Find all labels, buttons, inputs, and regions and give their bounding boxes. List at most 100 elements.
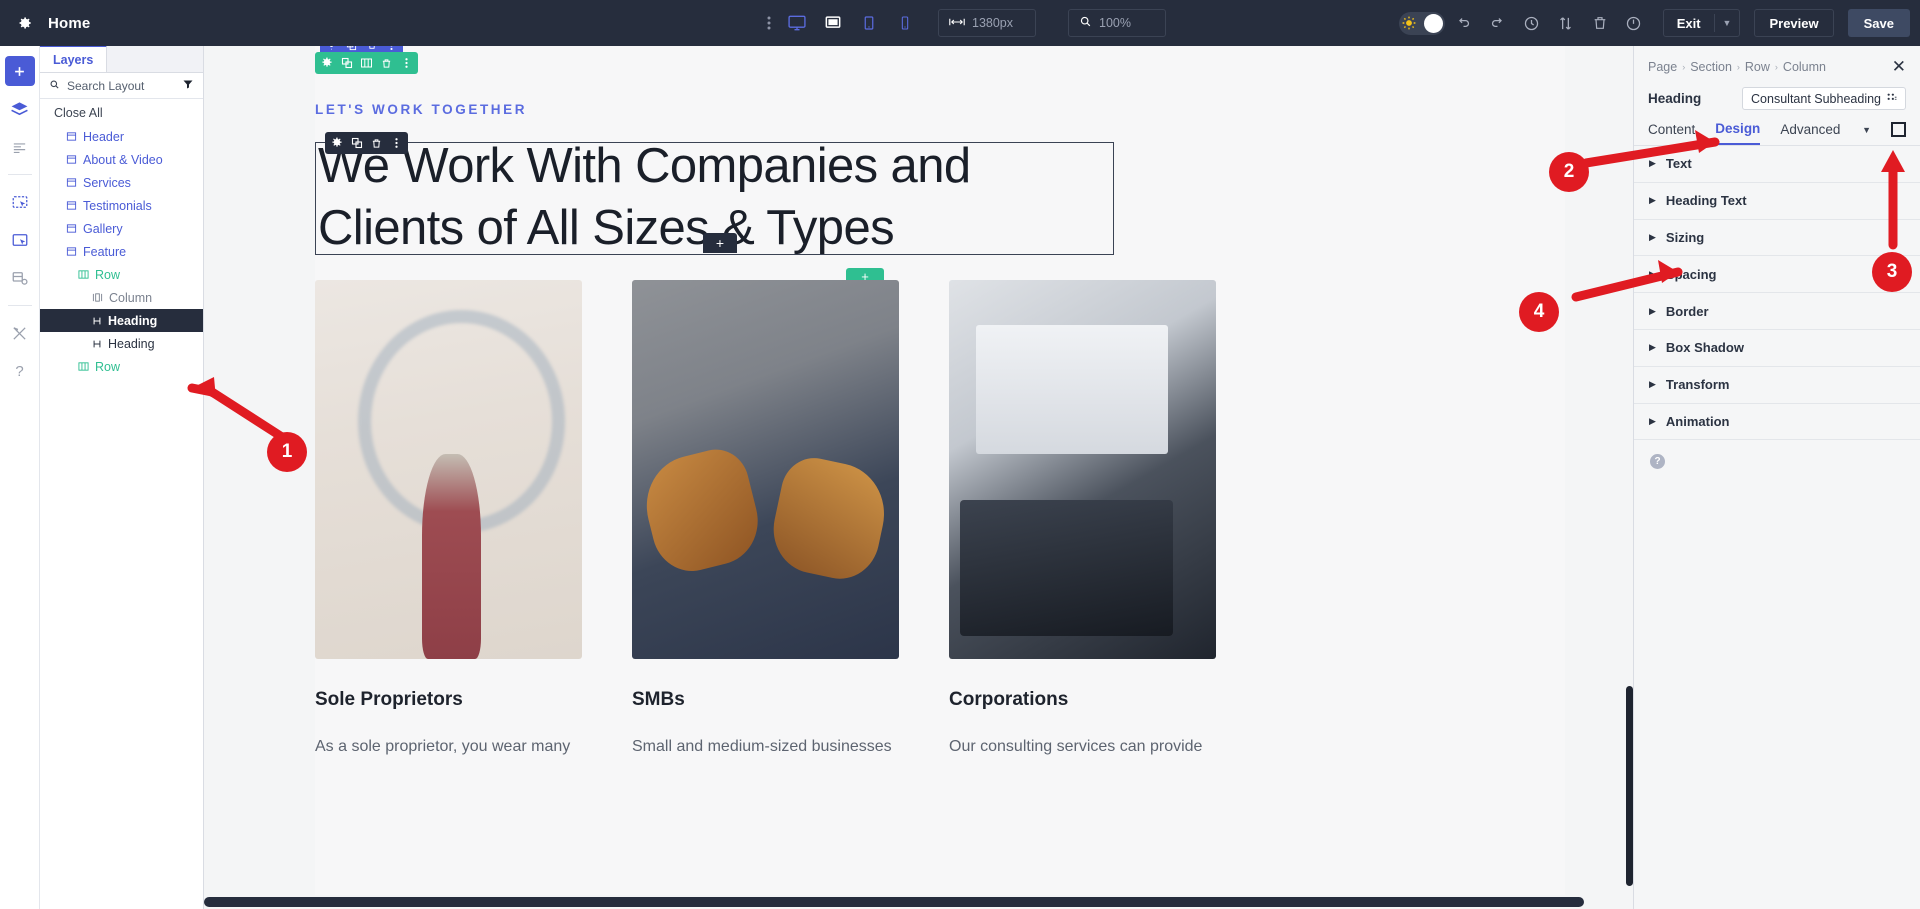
canvas-horizontal-scrollbar[interactable] [204,895,1633,909]
design-section-label: Heading Text [1666,193,1747,208]
layer-item-column[interactable]: Column [40,286,203,309]
tab-content[interactable]: Content [1648,122,1695,144]
settings-block-icon[interactable] [5,263,35,293]
help-icon[interactable]: ? [5,356,35,386]
laptop-icon[interactable] [816,8,850,38]
mobile-icon[interactable] [888,8,922,38]
section-icon [66,154,77,165]
layer-item-services[interactable]: Services [40,171,203,194]
breadcrumb-sep: › [1682,62,1685,72]
filter-icon[interactable] [182,78,194,93]
add-icon[interactable] [5,56,35,86]
column-icon [92,292,103,303]
tab-layers[interactable]: Layers [40,45,107,72]
baker-holding-bread-photo [632,280,899,659]
layer-item-label: About & Video [83,153,163,167]
save-button[interactable]: Save [1848,9,1910,37]
chevron-right-icon: ▶ [1649,158,1656,169]
design-section-label: Animation [1666,414,1730,429]
tab-advanced[interactable]: Advanced [1780,122,1840,144]
add-module-button[interactable]: + [703,233,737,253]
design-section-spacing[interactable]: ▶Spacing [1634,256,1920,293]
layer-item-about-video[interactable]: About & Video [40,148,203,171]
square-icon[interactable] [1891,122,1906,137]
clock-icon[interactable] [1517,8,1547,38]
design-section-animation[interactable]: ▶Animation [1634,404,1920,441]
canvas-viewport[interactable]: LET'S WORK TOGETHER We Work With Compani… [204,46,1633,909]
scrollbar-thumb[interactable] [204,897,1584,907]
text-lines-icon[interactable] [5,132,35,162]
row-toolbar[interactable] [315,52,418,74]
tablet-icon[interactable] [852,8,886,38]
card-title: Corporations [949,689,1216,711]
help-icon[interactable]: ? [1650,454,1665,469]
exit-button-group[interactable]: Exit ▼ [1663,9,1741,37]
chevron-right-icon: ▶ [1649,269,1656,280]
trash-icon[interactable] [368,134,385,152]
top-toolbar: Home 1380px 100% [0,0,1920,46]
app-logo-gear-icon[interactable] [0,14,48,32]
layer-item-heading-selected[interactable]: Heading [40,309,203,332]
heading-toolbar[interactable] [325,132,408,154]
toggle-knob [1424,14,1443,33]
vertical-dots-icon[interactable] [388,134,405,152]
gear-icon[interactable] [318,54,335,72]
vertical-dots-icon[interactable] [398,54,415,72]
layer-item-gallery[interactable]: Gallery [40,217,203,240]
theme-toggle[interactable] [1399,12,1445,35]
desktop-icon[interactable] [780,8,814,38]
breadcrumb-page[interactable]: Page [1648,60,1677,74]
redo-icon[interactable] [1483,8,1513,38]
layer-item-heading[interactable]: Heading [40,332,203,355]
zoom-field[interactable]: 100% [1068,9,1166,37]
select-element-icon[interactable] [5,187,35,217]
layer-item-testimonials[interactable]: Testimonials [40,194,203,217]
close-icon[interactable]: ✕ [1892,58,1906,75]
close-all-button[interactable]: Close All [40,99,203,125]
power-icon[interactable] [1619,8,1649,38]
vertical-dots-icon[interactable] [760,15,778,31]
trash-icon[interactable] [1585,8,1615,38]
layer-item-row[interactable]: Row [40,355,203,378]
design-section-heading-text[interactable]: ▶Heading Text [1634,183,1920,220]
chevron-down-icon[interactable]: ▼ [1862,125,1871,142]
layers-search-row[interactable]: Search Layout [40,73,203,99]
duplicate-icon[interactable] [338,54,355,72]
layer-item-row[interactable]: Row [40,263,203,286]
design-section-box-shadow[interactable]: ▶Box Shadow [1634,330,1920,367]
design-section-text[interactable]: ▶Text [1634,146,1920,183]
layers-icon[interactable] [5,94,35,124]
section-eyebrow: LET'S WORK TOGETHER [315,102,527,117]
breadcrumb-column[interactable]: Column [1783,60,1826,74]
layer-item-feature[interactable]: Feature [40,240,203,263]
preset-selector[interactable]: Consultant Subheading [1742,87,1906,110]
card-title: SMBs [632,689,899,711]
gear-icon[interactable] [328,134,345,152]
columns-icon[interactable] [358,54,375,72]
tools-icon[interactable] [5,318,35,348]
card-title: Sole Proprietors [315,689,582,711]
tab-design[interactable]: Design [1715,121,1760,145]
trash-icon[interactable] [378,54,395,72]
design-section-sizing[interactable]: ▶Sizing [1634,220,1920,257]
canvas-vertical-scrollbar[interactable] [1626,686,1633,886]
layers-panel: Layers Search Layout Close All Header Abo… [40,46,204,909]
layer-item-header[interactable]: Header [40,125,203,148]
zoom-value: 100% [1099,16,1131,30]
duplicate-icon[interactable] [348,134,365,152]
breadcrumb-row[interactable]: Row [1745,60,1770,74]
breadcrumb-section[interactable]: Section [1690,60,1732,74]
search-input[interactable]: Search Layout [67,79,175,93]
preview-button[interactable]: Preview [1754,9,1833,37]
undo-icon[interactable] [1449,8,1479,38]
canvas-width-field[interactable]: 1380px [938,9,1036,37]
design-section-border[interactable]: ▶Border [1634,293,1920,330]
sort-arrows-icon[interactable] [1551,8,1581,38]
design-section-transform[interactable]: ▶Transform [1634,367,1920,404]
layers-tree: Header About & Video ServicesTestimonialsG… [40,125,203,378]
feature-card: Corporations Our consulting services can… [949,280,1216,759]
exit-caret-icon[interactable]: ▼ [1715,18,1740,28]
woman-painting-mural-photo [315,280,582,659]
module-type-label: Heading [1648,91,1701,106]
duplicate-select-icon[interactable] [5,225,35,255]
